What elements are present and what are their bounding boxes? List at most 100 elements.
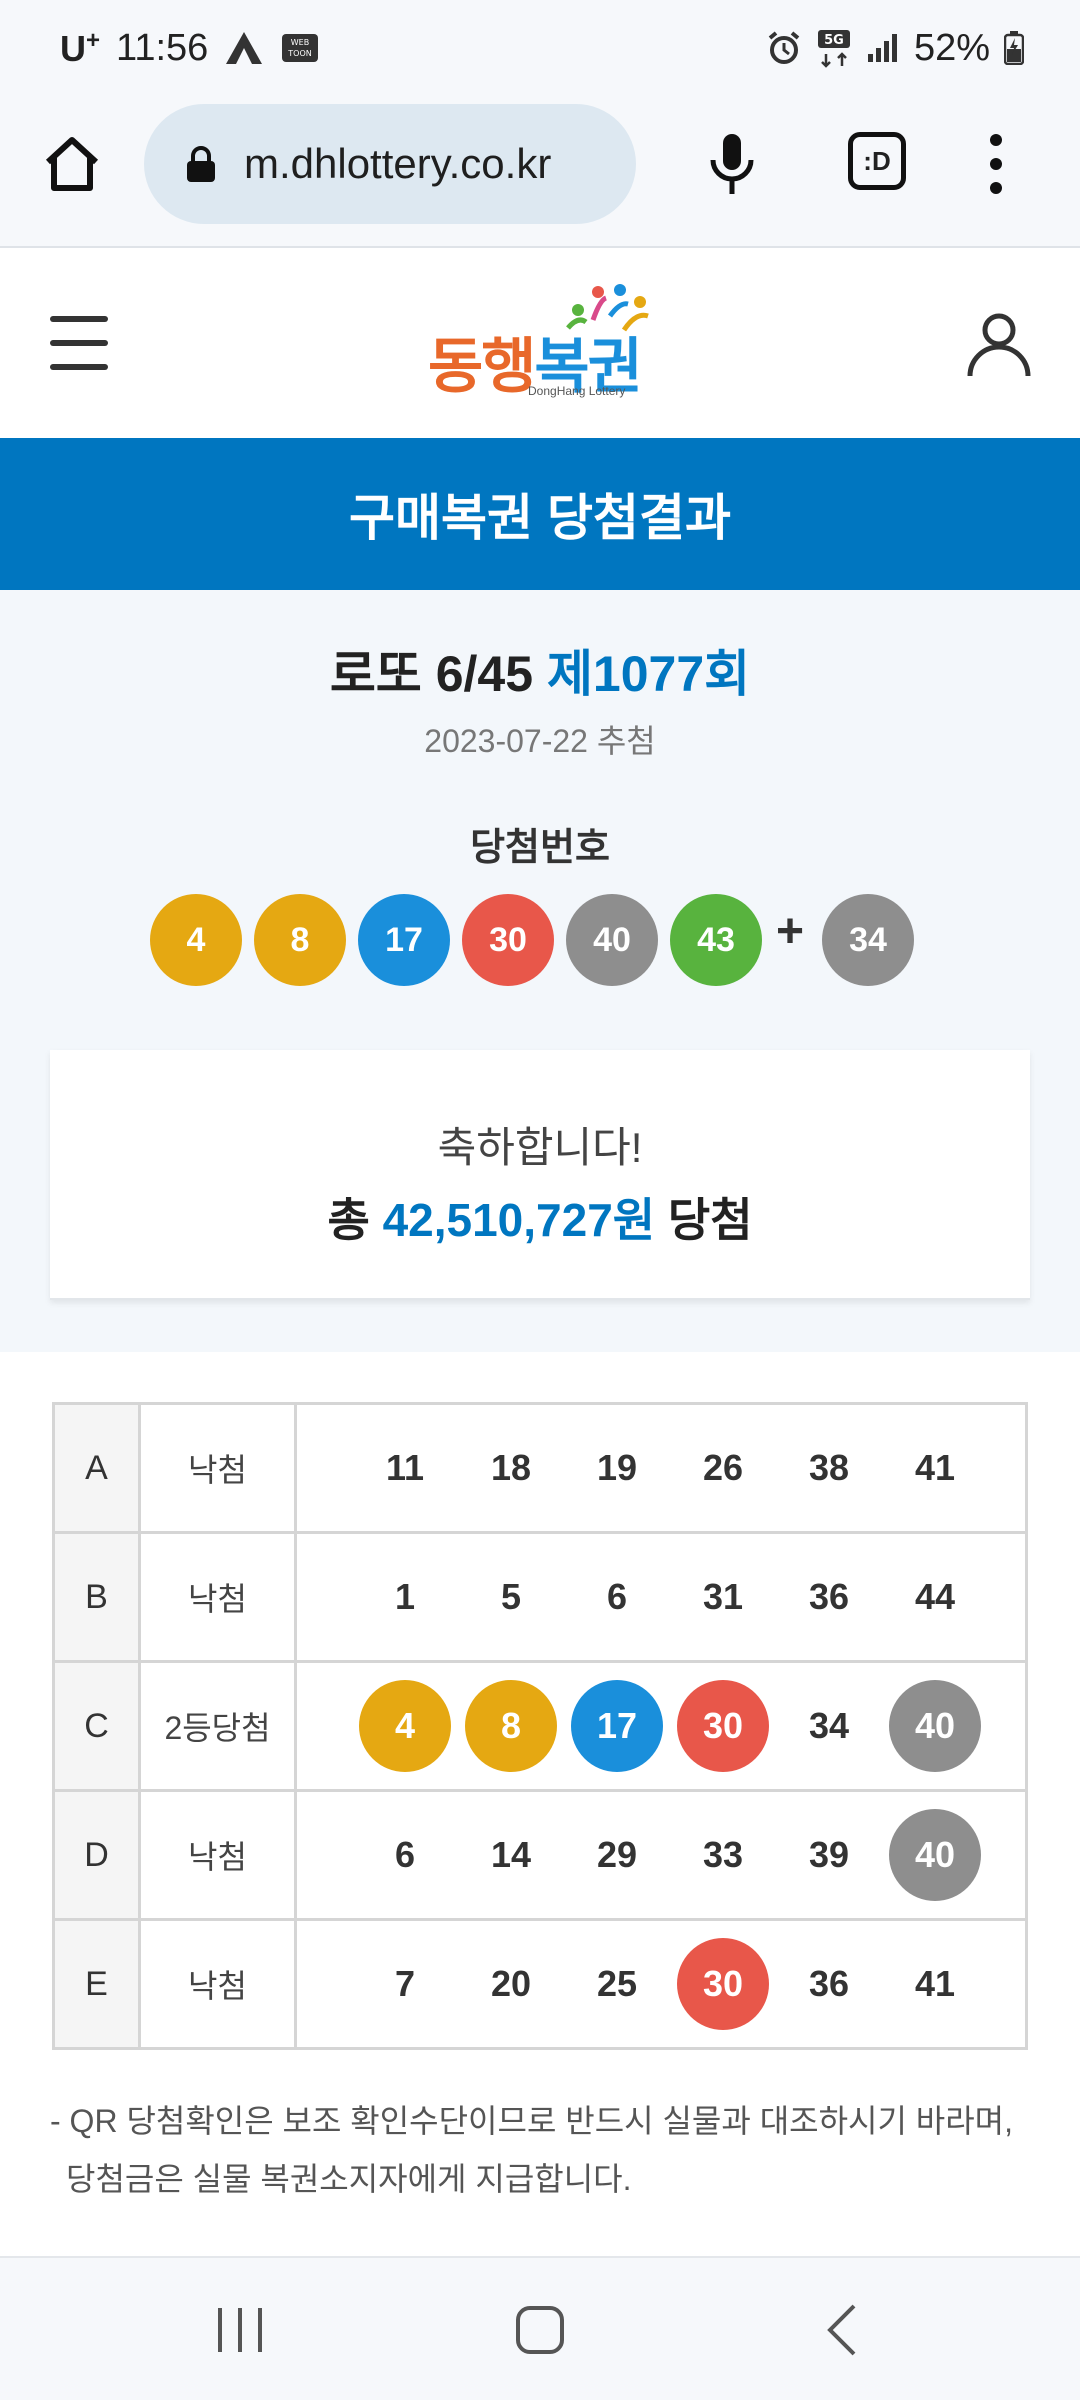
winning-number-ball: 17 <box>358 894 450 986</box>
network-icon: 5G <box>816 28 852 68</box>
plus-sign: + <box>776 905 805 958</box>
address-bar[interactable]: m.dhlottery.co.kr <box>144 104 636 224</box>
winning-numbers-label: 당첨번호 <box>470 827 610 869</box>
hamburger-menu-button[interactable] <box>50 316 110 370</box>
matched-number-ball: 4 <box>359 1680 451 1772</box>
ticket-number: 6 <box>606 1576 628 1617</box>
result-status: 낙첨 <box>141 1921 297 2047</box>
matched-number-ball: 30 <box>677 1680 769 1772</box>
result-status: 낙첨 <box>141 1792 297 1918</box>
home-icon <box>45 137 99 191</box>
result-status: 낙첨 <box>141 1405 297 1531</box>
svg-text:TOON: TOON <box>288 49 312 58</box>
home-nav-button[interactable] <box>508 2298 572 2362</box>
url-text: m.dhlottery.co.kr <box>244 140 552 187</box>
winning-number-ball: 8 <box>254 894 346 986</box>
draw-round: 제1077회 <box>546 646 751 702</box>
bonus-number-ball: 34 <box>822 894 914 986</box>
system-nav-bar <box>0 2256 1080 2400</box>
draw-date: 2023-07-22 추첨 <box>424 723 656 759</box>
ticket-number: 29 <box>596 1834 638 1875</box>
browser-menu-button[interactable] <box>978 128 1014 200</box>
winning-number-ball: 40 <box>566 894 658 986</box>
ticket-number: 34 <box>808 1705 850 1746</box>
matched-number-ball: 40 <box>889 1680 981 1772</box>
back-button[interactable] <box>812 2298 876 2362</box>
ticket-number: 33 <box>702 1834 744 1875</box>
game-label: D <box>55 1792 141 1918</box>
network-type: 5G <box>824 33 844 48</box>
recent-apps-button[interactable] <box>208 2298 272 2362</box>
winning-number-ball: 30 <box>462 894 554 986</box>
ticket-number: 1 <box>394 1576 416 1617</box>
result-row-b: B 낙첨 1 5 6 31 36 44 <box>55 1534 1025 1663</box>
hamburger-icon-line <box>50 316 108 322</box>
carrier-label: U+ <box>60 27 100 70</box>
ticket-number: 39 <box>808 1834 850 1875</box>
result-row-a: A 낙첨 11 18 19 26 38 41 <box>55 1405 1025 1534</box>
result-row-c: C 2등당첨 4 8 17 30 34 40 <box>55 1663 1025 1792</box>
tab-switcher-button[interactable]: :D <box>848 132 906 190</box>
status-time: 11:56 <box>116 26 209 69</box>
matched-number-ball: 8 <box>465 1680 557 1772</box>
game-name: 로또 6/45 <box>329 646 534 702</box>
mic-icon <box>710 134 754 194</box>
recent-apps-icon <box>218 2308 262 2352</box>
ticket-number: 25 <box>596 1963 638 2004</box>
ticket-number: 18 <box>490 1447 532 1488</box>
matched-number-ball: 17 <box>571 1680 663 1772</box>
ticket-number: 44 <box>914 1576 956 1617</box>
draw-info-section: 로또 6/45 제1077회 2023-07-22 추첨 당첨번호 4 8 17 30… <box>0 590 1080 1352</box>
matched-number-ball: 30 <box>677 1938 769 2030</box>
ticket-number: 14 <box>490 1834 532 1875</box>
game-label: B <box>55 1534 141 1660</box>
result-row-e: E 낙첨 7 20 25 30 36 41 <box>55 1921 1025 2050</box>
game-label: E <box>55 1921 141 2047</box>
app-notification-icon <box>224 30 264 66</box>
hamburger-icon-line <box>50 340 108 346</box>
result-status: 2등당첨 <box>141 1663 297 1789</box>
status-left: U+ 11:56 WEB TOON <box>60 27 320 70</box>
ticket-results-table: A 낙첨 11 18 19 26 38 41 B 낙첨 1 5 6 31 36 44 C 2등당첨 4 8 17 30 34… <box>52 1402 1028 2050</box>
lock-icon <box>187 146 215 182</box>
browser-toolbar: m.dhlottery.co.kr :D <box>0 96 1080 248</box>
site-logo[interactable]: 동행복권 DongHang Lottery <box>428 280 658 400</box>
ticket-number: 31 <box>702 1576 744 1617</box>
ticket-number: 19 <box>596 1447 638 1488</box>
winning-number-ball: 43 <box>670 894 762 986</box>
voice-search-button[interactable] <box>702 130 762 200</box>
ticket-number: 6 <box>394 1834 416 1875</box>
status-right: 5G 52% <box>766 27 1024 70</box>
logo-text-part: 동행 <box>428 333 536 400</box>
game-label: C <box>55 1663 141 1789</box>
qr-notice: - QR 당첨확인은 보조 확인수단이므로 반드시 실물과 대조하시기 바라며,… <box>50 2103 1013 2197</box>
ticket-number: 26 <box>702 1447 744 1488</box>
svg-text:WEB: WEB <box>291 38 309 47</box>
draw-title: 로또 6/45 제1077회 <box>0 634 1080 706</box>
ticket-number: 36 <box>808 1963 850 2004</box>
site-header: 동행복권 DongHang Lottery <box>0 250 1080 438</box>
battery-percent: 52% <box>913 26 990 69</box>
win-summary-card: 축하합니다! 총 42,510,727원 당첨 <box>50 1050 1030 1300</box>
game-label: A <box>55 1405 141 1531</box>
ticket-number: 11 <box>385 1447 425 1488</box>
user-icon <box>967 313 1031 377</box>
browser-home-button[interactable] <box>40 132 104 196</box>
result-status: 낙첨 <box>141 1534 297 1660</box>
ticket-number: 5 <box>500 1576 522 1617</box>
logo-subtext: DongHang Lottery <box>528 384 626 398</box>
user-account-button[interactable] <box>964 310 1034 380</box>
hamburger-icon-line <box>50 364 108 370</box>
total-winnings: 총 42,510,727원 당첨 <box>50 1184 1030 1250</box>
alarm-icon <box>766 30 802 66</box>
home-nav-icon <box>516 2306 564 2354</box>
battery-charging-icon <box>1004 31 1024 65</box>
winning-numbers: 4 8 17 30 40 43 +34 <box>150 894 930 986</box>
total-suffix: 당첨 <box>667 1194 753 1246</box>
ticket-number: 41 <box>914 1963 956 2004</box>
back-icon <box>827 2304 856 2356</box>
webtoon-notification-icon: WEB TOON <box>280 30 320 66</box>
ticket-number: 38 <box>808 1447 850 1488</box>
ticket-number: 41 <box>914 1447 956 1488</box>
total-prefix: 총 <box>327 1194 370 1246</box>
